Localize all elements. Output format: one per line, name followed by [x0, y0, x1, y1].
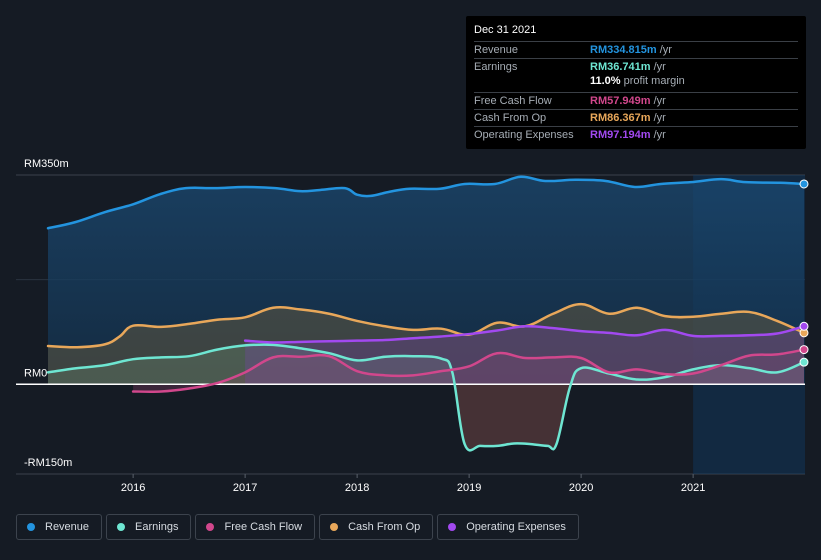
tooltip-label: Revenue: [474, 44, 519, 56]
tooltip-profit-margin: 11.0% profit margin: [590, 75, 685, 87]
y-tick-label: RM350m: [24, 158, 69, 170]
tooltip-label: Earnings: [474, 61, 518, 73]
free-cash-flow-end-marker[interactable]: [799, 345, 809, 355]
revenue-dot-icon: [27, 523, 35, 531]
tooltip-value: RM57.949m /yr: [590, 95, 666, 107]
operating-expenses-end-marker[interactable]: [799, 321, 809, 331]
chart-legend: Revenue Earnings Free Cash Flow Cash Fro…: [16, 514, 579, 540]
legend-label: Earnings: [135, 521, 179, 533]
cash-from-op-dot-icon: [330, 523, 339, 531]
earnings-dot-icon: [117, 523, 126, 531]
series-areas: [48, 176, 804, 451]
legend-label: Cash From Op: [348, 521, 421, 533]
operating-expenses-dot-icon: [448, 523, 457, 531]
tooltip-row-revenue: Revenue RM334.815m /yr: [474, 41, 798, 59]
tooltip-label: Operating Expenses: [474, 129, 574, 141]
tooltip-row-cash-from-op: Cash From Op RM86.367m /yr: [474, 109, 798, 127]
x-tick-label: 2020: [569, 482, 593, 494]
tooltip-row-free-cash-flow: Free Cash Flow RM57.949m /yr: [474, 92, 798, 110]
legend-item-operating-expenses[interactable]: Operating Expenses: [437, 514, 579, 540]
x-axis: 2016 2017 2018 2019 2020 2021: [121, 474, 705, 494]
x-tick-label: 2016: [121, 482, 145, 494]
legend-item-free-cash-flow[interactable]: Free Cash Flow: [195, 514, 316, 540]
tooltip-value: RM86.367m /yr: [590, 112, 666, 124]
tooltip-row-operating-expenses: Operating Expenses RM97.194m /yr: [474, 126, 798, 144]
earnings-end-marker[interactable]: [799, 357, 809, 367]
tooltip-value: RM97.194m /yr: [590, 129, 666, 141]
x-tick-label: 2018: [345, 482, 369, 494]
free-cash-flow-dot-icon: [206, 523, 215, 531]
tooltip-label: Free Cash Flow: [474, 95, 552, 107]
tooltip-value: RM36.741m /yr: [590, 61, 666, 73]
tooltip-value: RM334.815m /yr: [590, 44, 672, 56]
y-tick-label: -RM150m: [24, 457, 72, 469]
legend-item-cash-from-op[interactable]: Cash From Op: [319, 514, 434, 540]
x-tick-label: 2019: [457, 482, 481, 494]
y-tick-label: RM0: [24, 367, 47, 379]
hover-tooltip: Dec 31 2021 Revenue RM334.815m /yr Earni…: [466, 16, 806, 149]
x-tick-label: 2021: [681, 482, 705, 494]
legend-label: Revenue: [45, 521, 90, 533]
tooltip-label: Cash From Op: [474, 112, 547, 124]
legend-label: Operating Expenses: [466, 521, 566, 533]
legend-label: Free Cash Flow: [224, 521, 303, 533]
legend-item-revenue[interactable]: Revenue: [16, 514, 103, 540]
tooltip-date: Dec 31 2021: [474, 24, 537, 36]
legend-item-earnings[interactable]: Earnings: [106, 514, 192, 540]
revenue-end-marker[interactable]: [799, 179, 809, 189]
x-tick-label: 2017: [233, 482, 257, 494]
